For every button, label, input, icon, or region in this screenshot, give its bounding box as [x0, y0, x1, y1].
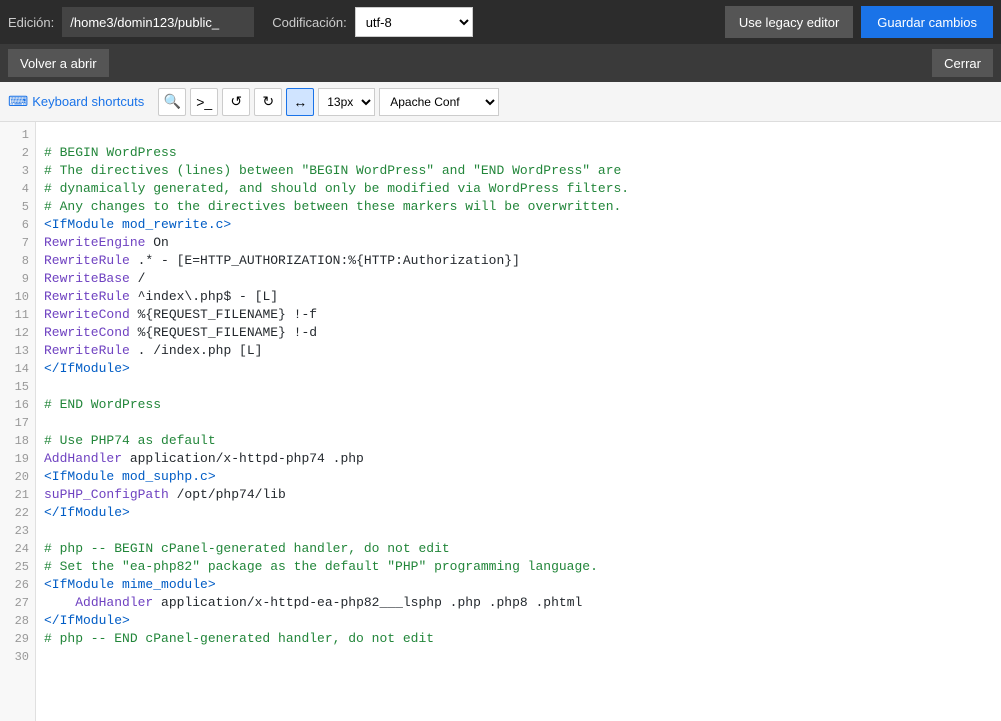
search-icon: 🔍 — [164, 93, 181, 110]
code-line: # END WordPress — [44, 396, 993, 414]
keyboard-icon: ⌨ — [8, 93, 28, 110]
undo-icon: ↺ — [230, 93, 242, 110]
code-line: RewriteEngine On — [44, 234, 993, 252]
code-line: # The directives (lines) between "BEGIN … — [44, 162, 993, 180]
line-number: 7 — [0, 234, 35, 252]
line-number: 18 — [0, 432, 35, 450]
font-size-select[interactable]: 10px 11px 12px 13px 14px 16px 18px — [318, 88, 375, 116]
line-number: 23 — [0, 522, 35, 540]
code-line: # dynamically generated, and should only… — [44, 180, 993, 198]
encoding-select[interactable]: utf-8 iso-8859-1 windows-1252 — [355, 7, 473, 37]
close-button[interactable]: Cerrar — [932, 49, 993, 77]
redo-button[interactable]: ↻ — [254, 88, 282, 116]
line-number: 20 — [0, 468, 35, 486]
code-line: RewriteCond %{REQUEST_FILENAME} !-d — [44, 324, 993, 342]
code-line: </IfModule> — [44, 612, 993, 630]
code-line: RewriteBase / — [44, 270, 993, 288]
code-line: RewriteRule .* - [E=HTTP_AUTHORIZATION:%… — [44, 252, 993, 270]
second-toolbar: Volver a abrir Cerrar — [0, 44, 1001, 82]
line-number: 14 — [0, 360, 35, 378]
code-line: # php -- END cPanel-generated handler, d… — [44, 630, 993, 648]
code-line: </IfModule> — [44, 360, 993, 378]
redo-icon: ↻ — [262, 93, 274, 110]
editor-area: 1234567891011121314151617181920212223242… — [0, 122, 1001, 721]
code-line — [44, 378, 993, 396]
line-number: 22 — [0, 504, 35, 522]
line-number: 6 — [0, 216, 35, 234]
code-line: # php -- BEGIN cPanel-generated handler,… — [44, 540, 993, 558]
code-line: RewriteCond %{REQUEST_FILENAME} !-f — [44, 306, 993, 324]
line-number: 17 — [0, 414, 35, 432]
path-input[interactable] — [62, 7, 254, 37]
line-number: 28 — [0, 612, 35, 630]
code-line: <IfModule mod_rewrite.c> — [44, 216, 993, 234]
code-line: # BEGIN WordPress — [44, 144, 993, 162]
line-number: 16 — [0, 396, 35, 414]
line-number: 2 — [0, 144, 35, 162]
code-line: # Use PHP74 as default — [44, 432, 993, 450]
undo-button[interactable]: ↺ — [222, 88, 250, 116]
line-number: 11 — [0, 306, 35, 324]
line-number: 10 — [0, 288, 35, 306]
back-button[interactable]: Volver a abrir — [8, 49, 109, 77]
edicion-label: Edición: — [8, 15, 54, 30]
top-toolbar: Edición: Codificación: utf-8 iso-8859-1 … — [0, 0, 1001, 44]
wrap-button[interactable]: ↔ — [286, 88, 314, 116]
code-line: AddHandler application/x-httpd-php74 .ph… — [44, 450, 993, 468]
code-content[interactable]: # BEGIN WordPress# The directives (lines… — [36, 122, 1001, 721]
code-line — [44, 648, 993, 666]
line-number: 27 — [0, 594, 35, 612]
wrap-icon: ↔ — [293, 94, 307, 110]
legacy-editor-button[interactable]: Use legacy editor — [725, 6, 853, 38]
code-line: # Set the "ea-php82" package as the defa… — [44, 558, 993, 576]
code-line: RewriteRule ^index\.php$ - [L] — [44, 288, 993, 306]
line-numbers: 1234567891011121314151617181920212223242… — [0, 122, 36, 721]
code-line: # Any changes to the directives between … — [44, 198, 993, 216]
line-number: 4 — [0, 180, 35, 198]
code-line: </IfModule> — [44, 504, 993, 522]
line-number: 19 — [0, 450, 35, 468]
line-number: 25 — [0, 558, 35, 576]
code-line: <IfModule mod_suphp.c> — [44, 468, 993, 486]
terminal-button[interactable]: >_ — [190, 88, 218, 116]
code-line: suPHP_ConfigPath /opt/php74/lib — [44, 486, 993, 504]
line-number: 8 — [0, 252, 35, 270]
language-select[interactable]: Apache Conf CSS HTML JavaScript PHP Pyth… — [379, 88, 499, 116]
line-number: 24 — [0, 540, 35, 558]
search-button[interactable]: 🔍 — [158, 88, 186, 116]
code-line — [44, 414, 993, 432]
line-number: 12 — [0, 324, 35, 342]
line-number: 26 — [0, 576, 35, 594]
code-line: AddHandler application/x-httpd-ea-php82_… — [44, 594, 993, 612]
line-number: 15 — [0, 378, 35, 396]
code-line: RewriteRule . /index.php [L] — [44, 342, 993, 360]
line-number: 3 — [0, 162, 35, 180]
code-line — [44, 126, 993, 144]
line-number: 30 — [0, 648, 35, 666]
line-number: 9 — [0, 270, 35, 288]
code-line — [44, 522, 993, 540]
code-line: <IfModule mime_module> — [44, 576, 993, 594]
terminal-icon: >_ — [196, 94, 212, 110]
line-number: 21 — [0, 486, 35, 504]
line-number: 13 — [0, 342, 35, 360]
line-number: 1 — [0, 126, 35, 144]
line-number: 5 — [0, 198, 35, 216]
line-number: 29 — [0, 630, 35, 648]
editor-toolbar: ⌨ Keyboard shortcuts 🔍 >_ ↺ ↻ ↔ 10px 11p… — [0, 82, 1001, 122]
codificacion-label: Codificación: — [272, 15, 346, 30]
keyboard-shortcuts-link[interactable]: ⌨ Keyboard shortcuts — [8, 93, 144, 110]
keyboard-shortcuts-label: Keyboard shortcuts — [32, 94, 144, 109]
save-button[interactable]: Guardar cambios — [861, 6, 993, 38]
